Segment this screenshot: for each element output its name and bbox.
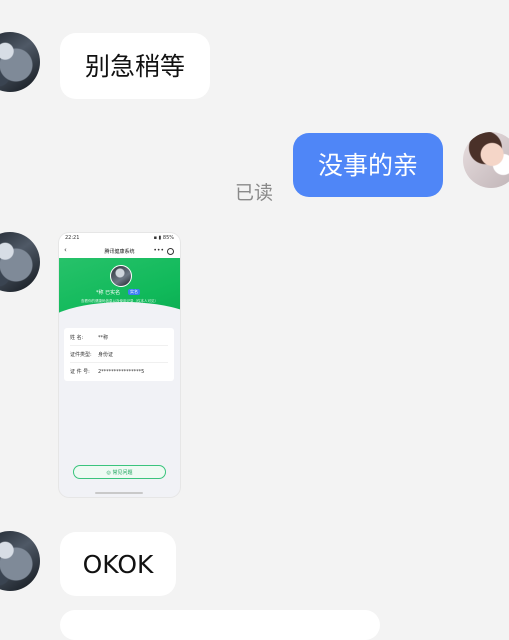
verified-tag: 实名: [128, 289, 140, 295]
contact-avatar[interactable]: [0, 531, 40, 591]
contact-avatar[interactable]: [0, 32, 40, 92]
message-text: 别急稍等: [84, 51, 185, 81]
message-bubble[interactable]: 别急稍等: [60, 33, 210, 99]
faq-button: ◎ 常见问题: [73, 465, 166, 479]
message-text: 没事的亲: [317, 150, 418, 180]
read-status: 已读: [235, 182, 274, 204]
phone-nav-bar: ‹ 腾讯健康系统 •••: [59, 244, 180, 258]
my-avatar[interactable]: [463, 132, 509, 188]
health-code-header: *称 已实名 实名 查看你的健康码信息以及使用记录（仅本人可见）: [59, 258, 180, 362]
info-row: 证 件 号: 2****************5: [70, 364, 168, 379]
image-message[interactable]: 22:21 ▪ ▮ 85% ‹ 腾讯健康系统 ••• *称 已实名 实名 查看你…: [59, 233, 180, 497]
home-indicator: [95, 492, 143, 494]
info-row: 证件类型: 身份证: [70, 347, 168, 363]
header-tip: 查看你的健康码信息以及使用记录（仅本人可见）: [81, 299, 158, 303]
message-bubble-outgoing[interactable]: 没事的亲: [293, 133, 443, 197]
info-key: 姓 名:: [70, 335, 84, 341]
info-value: 2****************5: [98, 368, 145, 375]
message-text: OKOK: [82, 549, 154, 579]
user-name: *称 已实名: [96, 290, 121, 296]
info-key: 证 件 号:: [70, 369, 90, 375]
contact-avatar[interactable]: [0, 232, 40, 292]
info-row: 姓 名: **称: [70, 330, 168, 346]
message-bubble[interactable]: OKOK: [60, 532, 176, 596]
phone-status-bar: 22:21 ▪ ▮ 85%: [59, 233, 180, 244]
user-avatar: [110, 265, 132, 287]
phone-status-icons: ▪ ▮ 85%: [153, 235, 174, 241]
more-icon: •••: [153, 247, 164, 254]
close-circle-icon: [167, 248, 174, 255]
message-bubble-partial[interactable]: [60, 610, 380, 640]
info-key: 证件类型:: [70, 352, 92, 358]
phone-time: 22:21: [65, 235, 80, 241]
info-value: 身份证: [98, 352, 114, 358]
info-value: **称: [98, 335, 109, 341]
info-card: 姓 名: **称 证件类型: 身份证 证 件 号: 2*************…: [64, 328, 174, 381]
